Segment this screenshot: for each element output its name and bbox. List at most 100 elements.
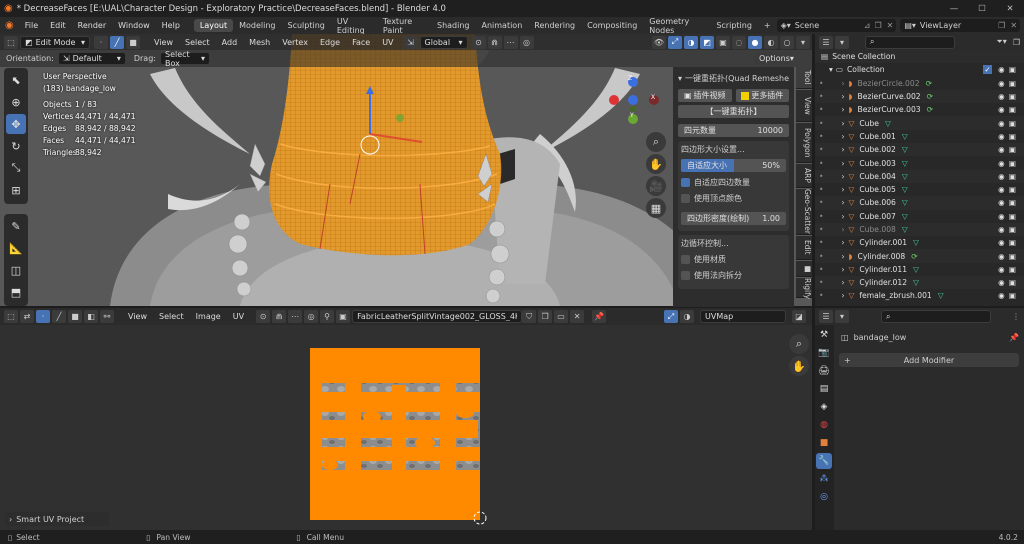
uv-gizmo-icon[interactable]: ⤢: [664, 310, 678, 323]
scene-selector[interactable]: ◈▾ Scene ⊿ ❐ ✕: [776, 19, 897, 32]
transform-tool-icon[interactable]: ⊞: [6, 180, 26, 200]
shading-options-icon[interactable]: ▾: [796, 35, 810, 49]
outliner-item[interactable]: • › ▽ Cube.008 ▽ ◉▣: [815, 222, 1024, 237]
expand-icon[interactable]: ›: [841, 252, 844, 261]
eye-icon[interactable]: ◉: [998, 252, 1009, 261]
camera-icon[interactable]: ▣: [1009, 65, 1020, 74]
sidebar-tab-view[interactable]: View: [796, 90, 812, 122]
scale-tool-icon[interactable]: ⤡: [6, 158, 26, 178]
world-tab-icon[interactable]: ◍: [816, 417, 832, 433]
rotate-tool-icon[interactable]: ↻: [6, 136, 26, 156]
camera-icon[interactable]: ▣: [1009, 238, 1020, 247]
outliner-item[interactable]: • › ▽ Cube.007 ▽ ◉▣: [815, 210, 1024, 223]
zoom-icon[interactable]: ⌕: [646, 132, 666, 152]
editor-type-icon[interactable]: ⬚: [4, 35, 18, 49]
eye-icon[interactable]: ◉: [998, 212, 1009, 221]
eye-icon[interactable]: ◉: [998, 65, 1009, 74]
uv-editor-type-icon[interactable]: ⬚: [4, 310, 18, 323]
camera-icon[interactable]: ▣: [1009, 105, 1020, 114]
use-material-checkbox[interactable]: 使用材质: [681, 254, 786, 265]
eye-icon[interactable]: ◉: [998, 225, 1009, 234]
shading-wireframe-icon[interactable]: ◌: [732, 35, 746, 49]
image-browse-icon[interactable]: ▣: [336, 310, 351, 323]
expand-icon[interactable]: ›: [841, 119, 844, 128]
maximize-button[interactable]: ☐: [968, 4, 996, 14]
eye-icon[interactable]: ◉: [998, 238, 1009, 247]
particles-tab-icon[interactable]: ⁂: [816, 471, 832, 487]
add-modifier-button[interactable]: + Add Modifier: [839, 353, 1019, 367]
uvmap-field[interactable]: UVMap: [700, 310, 786, 323]
camera-icon[interactable]: ▣: [1009, 79, 1020, 88]
camera-icon[interactable]: ▣: [1009, 132, 1020, 141]
mode-selector[interactable]: ◩ Edit Mode ▾: [20, 35, 90, 49]
pivot-icon[interactable]: ⊙: [471, 35, 486, 49]
new-collection-icon[interactable]: ❐: [1013, 38, 1020, 47]
minimize-button[interactable]: —: [940, 4, 968, 14]
display-channels-icon[interactable]: ◪: [792, 310, 806, 323]
pan-hand-icon[interactable]: ✋: [646, 154, 666, 174]
expand-icon[interactable]: ›: [841, 132, 844, 141]
menu-edit[interactable]: Edit: [44, 21, 72, 30]
close-button[interactable]: ✕: [996, 4, 1024, 14]
plugin-video-button[interactable]: ▣ 插件视频: [678, 89, 732, 102]
expand-icon[interactable]: ›: [841, 278, 844, 287]
snap-target-icon[interactable]: ⋯: [503, 35, 518, 49]
filter-icon[interactable]: ⏷▾: [996, 37, 1006, 47]
expand-icon[interactable]: ›: [841, 145, 844, 154]
outliner-item[interactable]: • › ▽ Cube.001 ▽ ◉▣: [815, 130, 1024, 143]
workspace-tab-shading[interactable]: Shading: [431, 19, 476, 32]
camera-icon[interactable]: ▣: [1009, 119, 1020, 128]
panel-header[interactable]: 一键重拓扑(Quad Remesher 8: [685, 73, 789, 84]
expand-icon[interactable]: ›: [841, 238, 844, 247]
sidebar-tab-edit[interactable]: Edit: [796, 236, 812, 260]
image-name-field[interactable]: FabricLeatherSplitVintage002_GLOSS_4K.jp…: [352, 310, 523, 323]
outliner-item[interactable]: • › ▽ Cube.003 ▽ ◉▣: [815, 156, 1024, 169]
eye-icon[interactable]: ◉: [998, 119, 1009, 128]
pin-icon[interactable]: ⊿: [862, 21, 873, 30]
uv-island-mode-icon[interactable]: ◧: [84, 310, 98, 323]
uv-snap-icon[interactable]: ⋒: [272, 310, 287, 323]
eye-icon[interactable]: ◉: [998, 132, 1009, 141]
new-viewlayer-icon[interactable]: ❐: [996, 21, 1007, 30]
outliner-search-input[interactable]: ⌕: [865, 35, 955, 49]
mesh-edit-overlay-icon[interactable]: ◩: [700, 35, 714, 49]
expand-icon[interactable]: ›: [841, 92, 844, 101]
camera-icon[interactable]: ▣: [1009, 185, 1020, 194]
outliner-item[interactable]: • › ◗ BezierCurve.002 ⟳ ◉▣: [815, 89, 1024, 104]
adaptive-size-slider[interactable]: 自适应大小 50%: [681, 159, 786, 172]
uv-face-mode-icon[interactable]: ■: [68, 310, 82, 323]
checkbox-icon[interactable]: ✓: [983, 65, 992, 75]
viewport-menu-vertex[interactable]: Vertex: [276, 38, 314, 47]
unlink-image-icon[interactable]: ✕: [570, 310, 585, 323]
uv-menu-uv[interactable]: UV: [227, 312, 250, 321]
eye-icon[interactable]: ◉: [998, 265, 1009, 274]
vertex-select-icon[interactable]: ·: [94, 35, 108, 49]
eye-icon[interactable]: ◉: [998, 172, 1009, 181]
uv-person-icon[interactable]: ⚲: [320, 310, 335, 323]
gizmo-toggle-icon[interactable]: ⤢: [668, 35, 682, 49]
physics-tab-icon[interactable]: ◎: [816, 489, 832, 505]
open-image-icon[interactable]: ▭: [554, 310, 569, 323]
outliner-editor-icon[interactable]: ☰: [819, 35, 833, 49]
properties-options-icon[interactable]: ⋮: [1012, 312, 1020, 321]
last-operator-panel[interactable]: › Smart UV Project: [5, 512, 109, 526]
sidebar-tab-geo-scatter[interactable]: Geo-Scatter: [796, 189, 812, 235]
camera-view-icon[interactable]: 🎥: [646, 176, 666, 196]
object-tab-icon[interactable]: ■: [816, 435, 832, 451]
camera-icon[interactable]: ▣: [1009, 92, 1020, 101]
expand-icon[interactable]: ›: [841, 185, 844, 194]
expand-icon[interactable]: ›: [841, 79, 844, 88]
sidebar-tab--[interactable]: ■: [796, 261, 812, 277]
display-mode-icon[interactable]: ▾: [835, 35, 849, 49]
more-plugins-button[interactable]: 更多插件: [735, 89, 789, 102]
face-select-icon[interactable]: ■: [126, 35, 140, 49]
outliner-item[interactable]: • › ◗ Cylinder.008 ⟳ ◉▣: [815, 249, 1024, 263]
pin-image-icon[interactable]: 📌: [592, 310, 607, 323]
modifier-tab-icon[interactable]: 🔧: [816, 453, 832, 469]
workspace-tab-rendering[interactable]: Rendering: [528, 19, 581, 32]
uv-menu-image[interactable]: Image: [190, 312, 227, 321]
tweak-tool-icon[interactable]: ⬉: [6, 70, 26, 90]
uv-edge-mode-icon[interactable]: ╱: [52, 310, 66, 323]
view-object-types-icon[interactable]: 👁: [652, 35, 666, 49]
camera-icon[interactable]: ▣: [1009, 212, 1020, 221]
